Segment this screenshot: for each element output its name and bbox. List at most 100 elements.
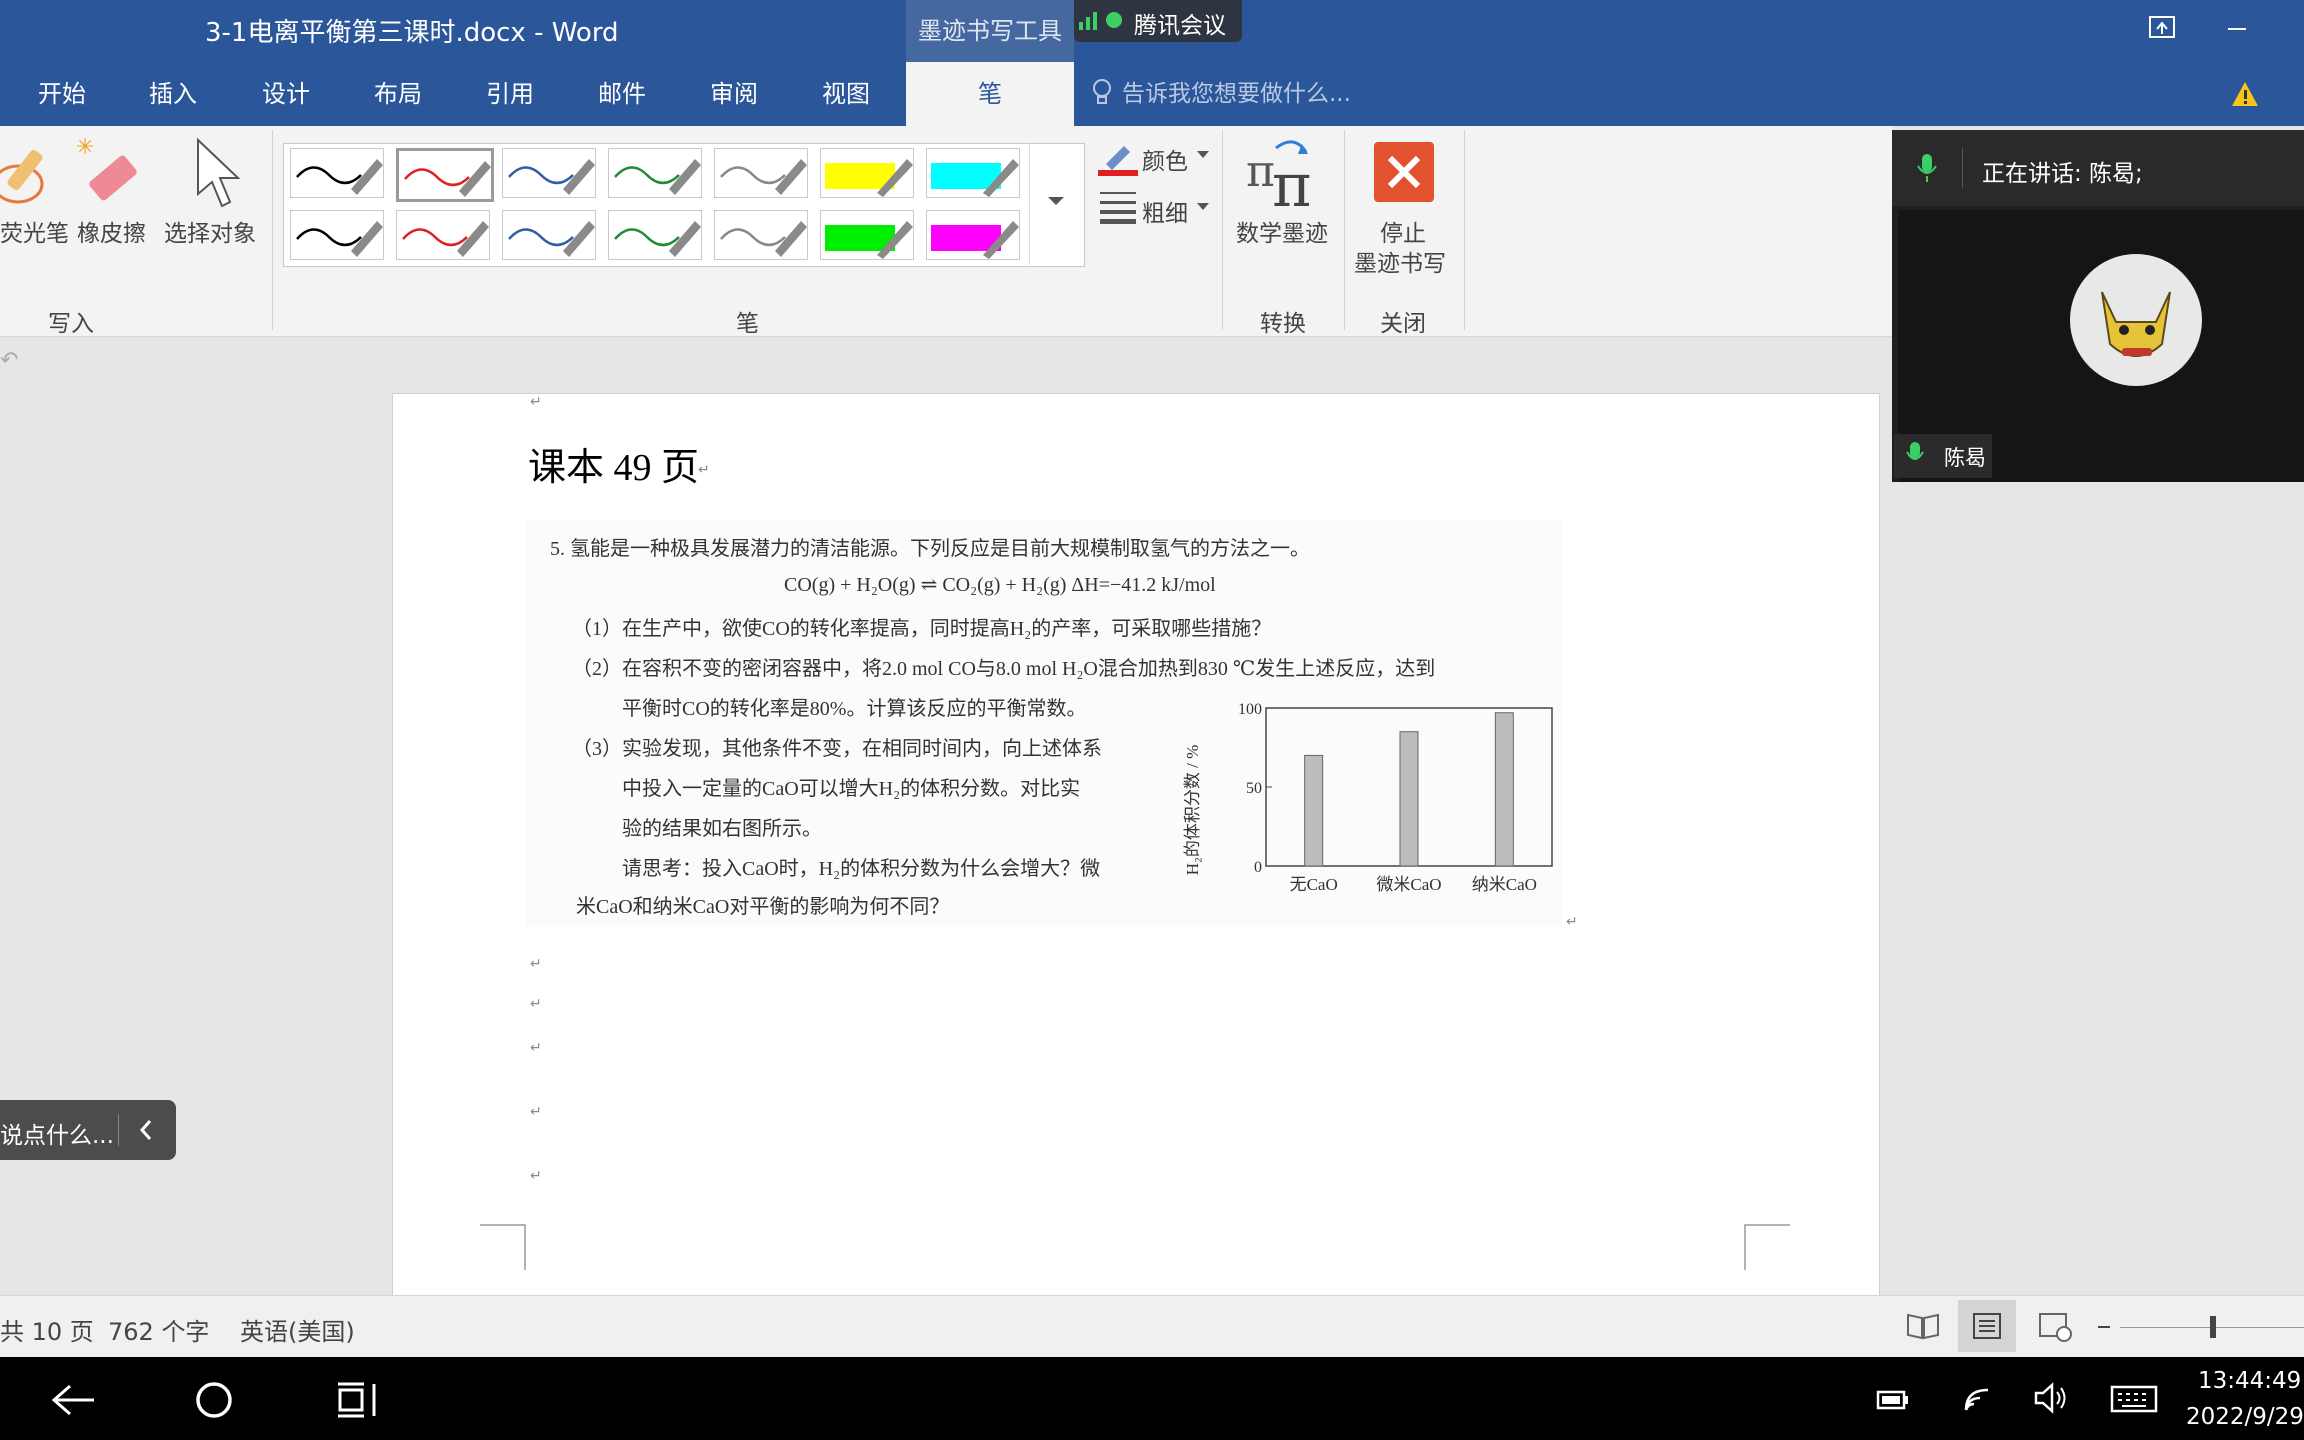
question-intro: 5. 氢能是一种极具发展潜力的清洁能源。下列反应是目前大规模制取氢气的方法之一。 [550,538,1310,560]
color-label[interactable]: 颜色 [1142,142,1188,176]
clock-date[interactable]: 2022/9/29 [2186,1404,2304,1430]
paragraph-mark: ↵ [530,1168,542,1184]
math-ink-icon[interactable]: π π [1246,134,1326,214]
microphone-icon [1917,154,1937,182]
contextual-tab-ink-tools: 墨迹书写工具 [906,0,1074,62]
pen-swatch[interactable] [396,210,490,260]
tab-view[interactable]: 视图 [822,62,870,126]
stop-inking-label-line1[interactable]: 停止 [1380,214,1426,248]
pen-icon [404,161,491,197]
page-heading: 课本 49 页 [528,447,700,489]
restore-window-icon[interactable] [2148,14,2178,40]
highlighter-label[interactable]: 荧光笔 [0,214,69,248]
color-dropdown-icon[interactable] [1196,150,1210,160]
tab-pen[interactable]: 笔 [906,62,1074,126]
stop-inking-icon[interactable] [1374,142,1434,202]
tab-references[interactable]: 引用 [486,62,534,126]
paragraph-mark: ↵ [530,1104,542,1120]
word-count[interactable]: 762 个字 [108,1312,209,1347]
home-circle-icon[interactable] [194,1380,234,1420]
ribbon-separator [1222,130,1223,330]
avatar [2070,254,2202,386]
keyboard-icon[interactable] [2110,1384,2158,1414]
pen-swatch[interactable] [396,148,494,202]
highlighter-icon[interactable] [0,138,60,210]
chart-bar [1399,731,1419,867]
paragraph-mark: ↵ [530,956,542,972]
undo-icon[interactable]: ↶ [0,348,18,373]
read-mode-icon[interactable] [1906,1312,1940,1340]
chat-placeholder[interactable]: 说点什么... [0,1116,114,1150]
pen-swatch[interactable] [502,210,596,260]
meeting-indicator[interactable]: 腾讯会议 [1074,0,1242,42]
paragraph-mark: ↵ [1566,914,1578,930]
ribbon-separator [272,130,273,330]
back-arrow-icon[interactable] [50,1382,96,1418]
pen-swatch[interactable] [714,210,808,260]
pen-swatch[interactable] [926,148,1020,198]
tell-me-search[interactable]: 告诉我您想要做什么... [1122,62,1351,126]
print-layout-button[interactable] [1958,1300,2016,1352]
select-objects-label[interactable]: 选择对象 [164,214,256,248]
question-part-2a: （2）在容积不变的密闭容器中，将2.0 mol CO与8.0 mol H₂O混合… [572,658,1436,680]
zoom-out-button[interactable] [2098,1326,2110,1328]
thickness-label[interactable]: 粗细 [1142,194,1188,228]
pen-swatch[interactable] [820,210,914,260]
eraser-icon[interactable]: ✳ [76,132,150,208]
tab-layout[interactable]: 布局 [374,62,422,126]
page-count[interactable]: 共 10 页 [0,1312,94,1347]
signal-icon [1079,12,1097,30]
language-status[interactable]: 英语(美国) [240,1312,355,1347]
pen-swatch[interactable] [714,148,808,198]
minimize-icon[interactable] [2228,28,2246,30]
question-part-3b: 中投入一定量的CaO可以增大H₂的体积分数。对比实 [622,778,1081,800]
paragraph-mark: ↵ [530,1040,542,1056]
page-corner-mark [1744,1224,1790,1270]
eraser-label[interactable]: 橡皮擦 [77,214,146,248]
chart-bar [1494,712,1514,867]
question-part-3d: 请思考：投入CaO时，H₂的体积分数为什么会增大？微 [622,858,1101,880]
tab-review[interactable]: 审阅 [710,62,758,126]
network-icon[interactable] [1962,1384,1994,1414]
tab-mailings[interactable]: 邮件 [598,62,646,126]
pen-swatch[interactable] [608,148,702,198]
chevron-left-icon[interactable] [138,1118,154,1142]
battery-icon[interactable] [1876,1384,1910,1414]
question-part-1: （1）在生产中，欲使CO的转化率提高，同时提高H₂的产率，可采取哪些措施？ [572,618,1272,640]
speaking-label: 正在讲话: 陈曷; [1982,161,2143,187]
warning-icon[interactable] [2230,80,2260,108]
math-ink-label[interactable]: 数学墨迹 [1236,214,1328,248]
select-objects-icon[interactable] [190,136,244,212]
video-panel[interactable]: 正在讲话: 陈曷; 陈曷 [1892,130,2304,482]
thickness-dropdown-icon[interactable] [1196,202,1210,212]
zoom-slider-thumb[interactable] [2210,1316,2216,1338]
pen-swatch[interactable] [608,210,702,260]
pen-swatch[interactable] [926,210,1020,260]
pen-icon [720,159,807,195]
web-layout-icon[interactable] [2038,1312,2074,1342]
pen-color-icon[interactable] [1096,142,1140,178]
x-category-label: 微米CaO [1376,875,1441,894]
pen-swatch[interactable] [290,210,384,260]
tab-insert[interactable]: 插入 [149,62,197,126]
stop-inking-label-line2[interactable]: 墨迹书写 [1354,244,1446,278]
gallery-more-button[interactable] [1029,143,1084,265]
tab-home[interactable]: 开始 [38,62,86,126]
microphone-icon [1906,442,1924,460]
question-part-2b: 平衡时CO的转化率是80%。计算该反应的平衡常数。 [622,698,1087,720]
thickness-icon[interactable] [1098,190,1138,224]
question-image[interactable]: 5. 氢能是一种极具发展潜力的清洁能源。下列反应是目前大规模制取氢气的方法之一。… [526,520,1562,926]
tab-design[interactable]: 设计 [262,62,310,126]
chevron-down-icon [1048,197,1064,205]
question-part-3a: （3）实验发现，其他条件不变，在相同时间内，向上述体系 [572,738,1102,760]
question-equation: CO(g) + H₂O(g) ⇌ CO₂(g) + H₂(g) ΔH=−41.2… [784,574,1216,596]
page-corner-mark [480,1224,526,1270]
clock-time[interactable]: 13:44:49 [2198,1368,2301,1394]
volume-icon[interactable] [2034,1382,2070,1414]
chat-input-pill[interactable]: 说点什么... [0,1100,176,1160]
task-view-icon[interactable] [336,1380,382,1420]
y-tick-label: 50 [1246,780,1262,797]
pen-swatch[interactable] [290,148,384,198]
pen-swatch[interactable] [502,148,596,198]
pen-swatch[interactable] [820,148,914,198]
